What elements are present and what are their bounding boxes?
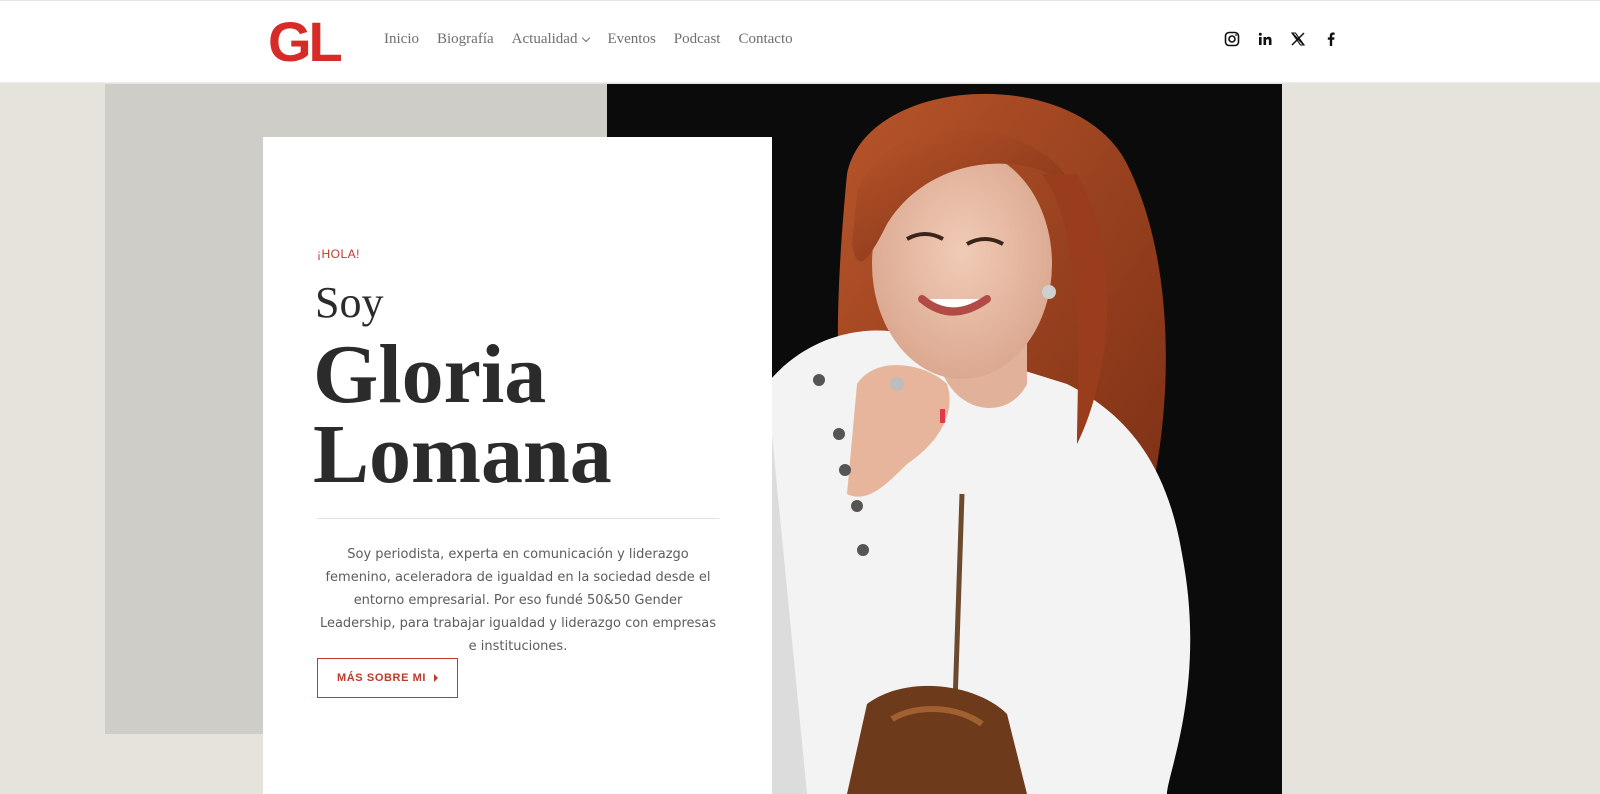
hero-intro-card: ¡HOLA! Soy Gloria Lomana Soy periodista,… bbox=[263, 137, 772, 794]
instagram-icon bbox=[1224, 31, 1240, 47]
nav-item-actualidad[interactable]: Actualidad bbox=[511, 31, 591, 48]
instagram-link[interactable] bbox=[1222, 29, 1242, 49]
hero-bio: Soy periodista, experta en comunicación … bbox=[319, 547, 717, 654]
hero-eyebrow: ¡HOLA! bbox=[317, 247, 361, 261]
linkedin-link[interactable] bbox=[1255, 29, 1275, 49]
main-nav: Inicio Biografía Actualidad Eventos Podc… bbox=[384, 31, 811, 48]
caret-right-icon bbox=[434, 674, 439, 682]
divider bbox=[317, 518, 719, 519]
social-links bbox=[1222, 29, 1341, 49]
site-header: GL Inicio Biografía Actualidad Eventos P… bbox=[0, 0, 1600, 83]
facebook-icon bbox=[1327, 32, 1335, 46]
nav-item-biografia[interactable]: Biografía bbox=[437, 31, 494, 48]
nav-item-label: Podcast bbox=[673, 31, 721, 47]
facebook-link[interactable] bbox=[1321, 29, 1341, 49]
nav-item-label: Contacto bbox=[738, 31, 793, 47]
nav-item-inicio[interactable]: Inicio bbox=[384, 31, 419, 48]
hero-intro-text: Soy bbox=[315, 278, 384, 327]
x-icon bbox=[1290, 32, 1306, 46]
nav-item-podcast[interactable]: Podcast bbox=[674, 31, 721, 48]
mas-sobre-mi-button[interactable]: MÁS SOBRE MI bbox=[317, 658, 459, 698]
hero-name-first: Gloria bbox=[313, 328, 547, 421]
nav-item-label: Inicio bbox=[384, 31, 419, 47]
hero-name-last: Lomana bbox=[313, 408, 612, 501]
nav-item-label: Eventos bbox=[607, 31, 656, 47]
nav-item-label: Biografía bbox=[437, 31, 494, 47]
nav-item-eventos[interactable]: Eventos bbox=[607, 31, 655, 48]
site-logo[interactable]: GL bbox=[268, 14, 343, 70]
chevron-down-icon bbox=[582, 33, 591, 43]
x-link[interactable] bbox=[1288, 29, 1308, 49]
hero-title: Gloria Lomana bbox=[313, 328, 612, 501]
linkedin-icon bbox=[1258, 32, 1272, 45]
cta-label: MÁS SOBRE MI bbox=[337, 672, 427, 684]
nav-item-label: Actualidad bbox=[511, 31, 578, 47]
nav-item-contacto[interactable]: Contacto bbox=[738, 31, 792, 48]
